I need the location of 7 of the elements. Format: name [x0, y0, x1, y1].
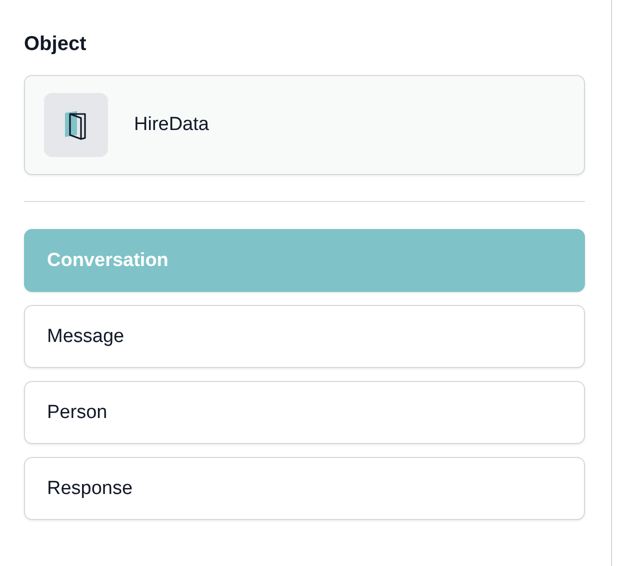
object-type-item[interactable]: Response	[24, 457, 585, 520]
object-name: HireData	[134, 114, 209, 136]
object-type-item[interactable]: Message	[24, 305, 585, 368]
object-card[interactable]: HireData	[24, 75, 585, 175]
section-title: Object	[24, 32, 88, 57]
object-icon	[44, 93, 108, 157]
object-type-item[interactable]: Person	[24, 381, 585, 444]
